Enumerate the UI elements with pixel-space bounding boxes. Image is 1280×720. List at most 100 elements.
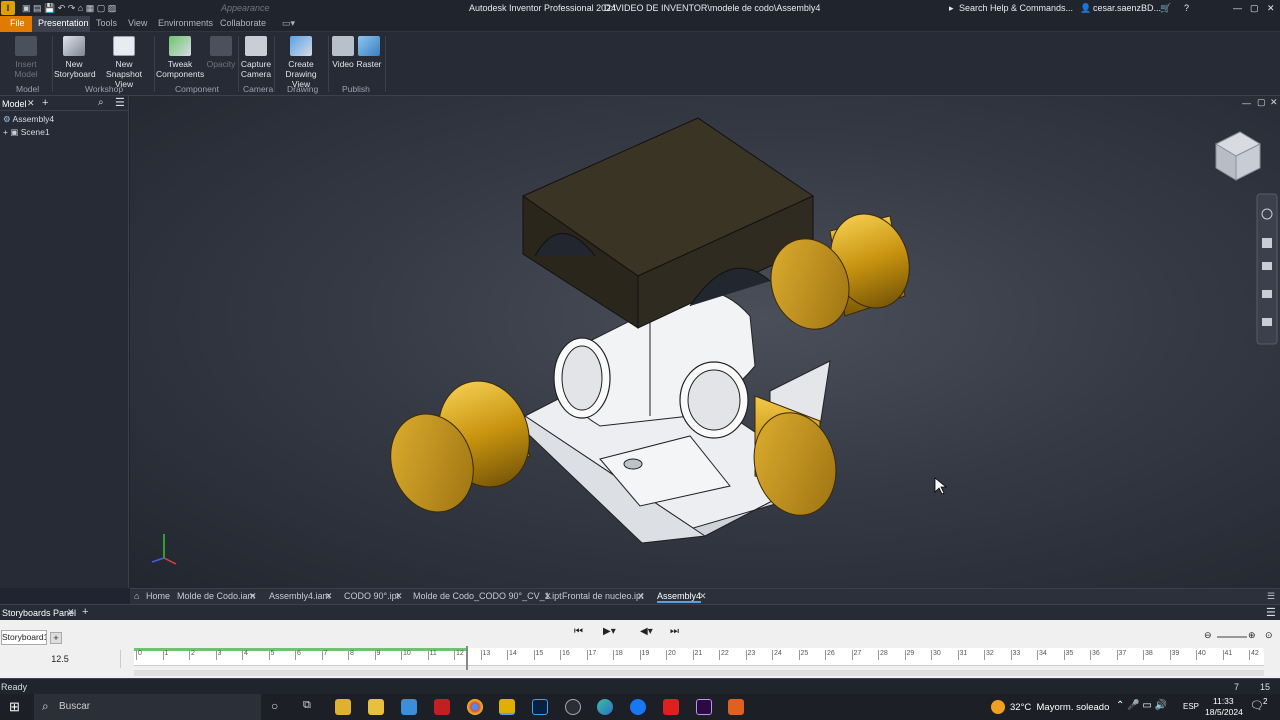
weather-text[interactable]: 32°C Mayorm. soleado xyxy=(1010,702,1109,713)
new-storyboard-button[interactable]: New Storyboard xyxy=(54,36,96,79)
tray-icons[interactable]: ⌃ 🎤 ▭ 🔊 xyxy=(1116,700,1167,711)
store-icon[interactable] xyxy=(368,699,384,715)
video-button[interactable]: Video xyxy=(331,36,355,69)
tab-file-label[interactable]: File xyxy=(10,18,25,28)
storyboards-panel-header: Storyboards Panel ✕ + ☰ xyxy=(0,604,1280,620)
doc-tab-close-icon[interactable]: ✕ xyxy=(249,591,257,602)
search-help-box[interactable]: Search Help & Commands... xyxy=(959,3,1073,13)
add-storyboard-icon[interactable]: + xyxy=(82,606,88,618)
tab-presentation[interactable]: Presentation xyxy=(38,18,89,28)
opacity-label: Opacity xyxy=(206,59,236,69)
browser-tab-close-icon[interactable]: ✕ xyxy=(27,98,35,109)
capture-camera-button[interactable]: Capture Camera xyxy=(240,36,272,79)
tab-collaborate[interactable]: Collaborate xyxy=(220,18,266,28)
doc-tab-home[interactable]: Home xyxy=(146,591,170,601)
view-cube-icon[interactable] xyxy=(1214,131,1262,181)
clock-date[interactable]: 18/5/2024 xyxy=(1205,707,1243,717)
panel-menu-icon[interactable]: ☰ xyxy=(1266,606,1276,619)
edge-icon[interactable] xyxy=(597,699,613,715)
doc-tab-close-icon[interactable]: ✕ xyxy=(325,591,333,602)
tab-extra-icon[interactable]: ▭▾ xyxy=(282,18,295,29)
doc-tab-molde-codo[interactable]: Molde de Codo.iam xyxy=(177,591,255,601)
browser-tab-model[interactable]: Model xyxy=(2,99,27,109)
doc-tab-codo90[interactable]: CODO 90°.ipt xyxy=(344,591,399,601)
user-name[interactable]: cesar.saenzBD... xyxy=(1093,3,1161,13)
task-view-icon[interactable]: ⧉ xyxy=(303,699,311,712)
go-to-start-icon[interactable]: ⏮ xyxy=(574,626,583,637)
doc-tab-molde-codo-cv[interactable]: Molde de Codo_CODO 90°_CV_1.ipt xyxy=(413,591,562,601)
add-storyboard-tab-icon[interactable]: + xyxy=(50,632,62,644)
windows-start-icon[interactable]: ⊞ xyxy=(9,699,20,715)
user-icon[interactable]: 👤 xyxy=(1080,3,1091,14)
expand-icon[interactable]: + xyxy=(3,127,8,137)
zoom-slider[interactable] xyxy=(1217,636,1247,638)
create-drawing-view-button[interactable]: Create Drawing View xyxy=(276,36,326,89)
go-to-end-icon[interactable]: ⏭ xyxy=(670,626,679,637)
tweak-components-label: Tweak Components xyxy=(156,59,205,79)
browser-menu-icon[interactable]: ☰ xyxy=(115,96,125,109)
premiere-icon[interactable] xyxy=(696,699,712,715)
insert-model-button[interactable]: Insert Model xyxy=(3,36,49,79)
tab-view[interactable]: View xyxy=(128,18,147,28)
notification-icon[interactable]: 🗨 xyxy=(1250,699,1264,712)
close-icon[interactable]: ✕ xyxy=(1267,3,1275,14)
zoom-in-icon[interactable]: ⊕ xyxy=(1248,630,1256,641)
mail-icon[interactable] xyxy=(401,699,417,715)
exploded-assembly-model[interactable] xyxy=(130,96,1280,588)
doc-tab-close-icon[interactable]: ✕ xyxy=(544,591,552,602)
upper-mold-block[interactable] xyxy=(521,117,815,329)
doc-tab-assembly4-active[interactable]: Assembly4 xyxy=(657,591,702,603)
cart-icon[interactable]: 🛒 xyxy=(1160,3,1171,14)
appearance-dropdown[interactable]: Appearance xyxy=(221,3,270,13)
file-explorer-icon[interactable] xyxy=(335,699,351,715)
doc-tab-close-icon[interactable]: ✕ xyxy=(637,591,645,602)
taskbar-search-box[interactable]: ⌕ Buscar xyxy=(34,694,261,720)
language-indicator[interactable]: ESP xyxy=(1183,702,1199,711)
photoshop-icon[interactable] xyxy=(532,699,548,715)
play-icon[interactable]: ▶▾ xyxy=(603,626,616,637)
add-tab-icon[interactable]: + xyxy=(42,97,48,109)
new-snapshot-view-button[interactable]: New Snapshot View xyxy=(97,36,151,89)
clock-time[interactable]: 11:33 xyxy=(1213,696,1234,706)
maximize-icon[interactable]: ▢ xyxy=(1250,3,1259,14)
timeline-playhead[interactable] xyxy=(466,646,468,670)
brass-pin-left[interactable] xyxy=(377,368,544,523)
doc-tab-assembly4-iam[interactable]: Assembly4.iam xyxy=(269,591,330,601)
storyboard-tab[interactable]: Storyboard1 xyxy=(1,630,47,645)
opacity-button[interactable]: Opacity xyxy=(206,36,236,69)
app-logo-icon[interactable]: I xyxy=(1,1,15,15)
cortana-icon[interactable]: ○ xyxy=(271,699,278,713)
inventor-icon[interactable] xyxy=(499,699,515,715)
tab-tools[interactable]: Tools xyxy=(96,18,117,28)
insert-model-label: Insert Model xyxy=(14,59,38,79)
graphics-viewport[interactable]: — ▢ ✕ xyxy=(130,96,1280,588)
doc-tab-close-icon[interactable]: ✕ xyxy=(699,591,707,602)
zoom-out-icon[interactable]: ⊖ xyxy=(1204,630,1212,641)
doc-tab-frontal-nucleo[interactable]: Frontal de nucleo.ipt xyxy=(562,591,644,601)
tabs-menu-icon[interactable]: ☰ xyxy=(1267,591,1275,602)
panel-close-icon[interactable]: ✕ xyxy=(67,607,75,618)
tweak-components-button[interactable]: Tweak Components xyxy=(156,36,204,79)
quick-access-icons[interactable]: ▣ ▤ 💾 ↶ ↷ ⌂ ▦ ▢ ▨ xyxy=(22,3,116,14)
tab-environments[interactable]: Environments xyxy=(158,18,213,28)
current-time-field[interactable]: 12.5 xyxy=(0,650,121,668)
tree-item-scene[interactable]: + ▣ Scene1 xyxy=(3,127,50,138)
navigation-bar[interactable] xyxy=(1256,193,1278,345)
zoom-fit-icon[interactable]: ⊙ xyxy=(1265,630,1273,641)
office-icon[interactable] xyxy=(728,699,744,715)
doc-tab-close-icon[interactable]: ✕ xyxy=(395,591,403,602)
youtube-icon[interactable] xyxy=(663,699,679,715)
timeline-scrollbar[interactable] xyxy=(134,670,1264,676)
app-icon[interactable] xyxy=(565,699,581,715)
chrome-icon[interactable] xyxy=(467,699,483,715)
play-reverse-icon[interactable]: ◀▾ xyxy=(640,626,653,637)
raster-button[interactable]: Raster xyxy=(356,36,382,69)
browser-search-icon[interactable]: ⌕ xyxy=(98,97,104,108)
tree-item-assembly[interactable]: ⚙ Assembly4 xyxy=(3,114,54,125)
solidworks-icon[interactable] xyxy=(434,699,450,715)
minimize-icon[interactable]: — xyxy=(1233,3,1242,13)
home-icon[interactable]: ⌂ xyxy=(134,591,139,601)
facebook-icon[interactable] xyxy=(630,699,646,715)
help-icon[interactable]: ? xyxy=(1184,3,1189,13)
search-help-icon[interactable]: ▸ xyxy=(949,3,954,14)
